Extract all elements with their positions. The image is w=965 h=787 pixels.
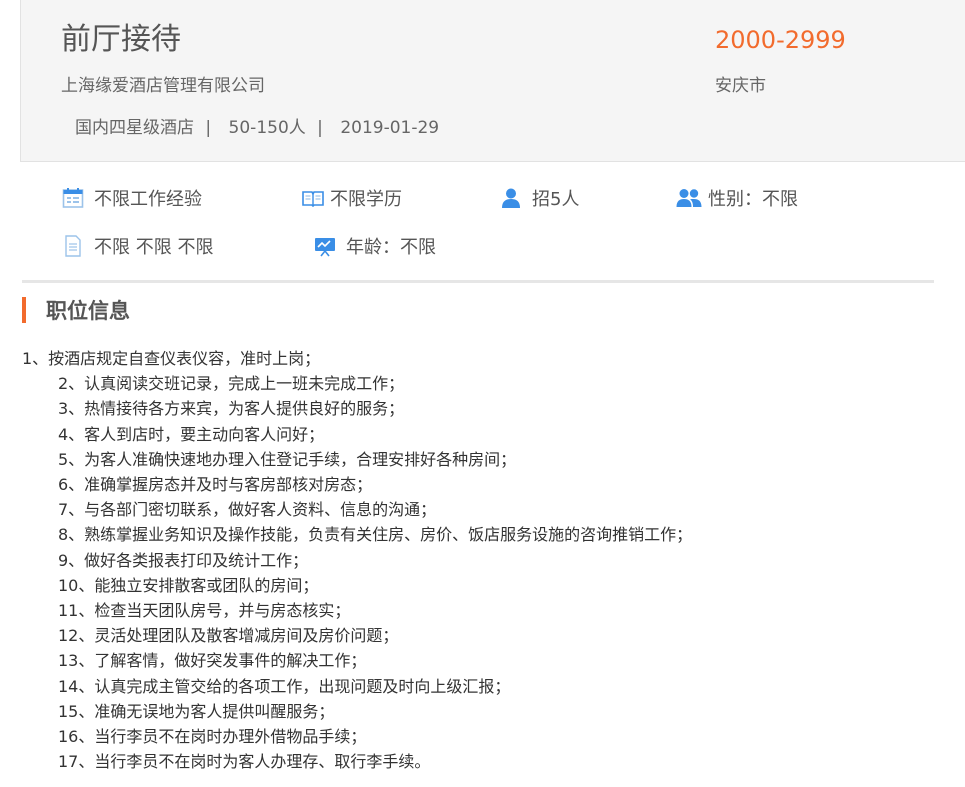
attr-label: 不限学历 [330,189,402,210]
duty-item: 2、认真阅读交班记录，完成上一班未完成工作； [58,374,405,394]
attr-label: 年龄：不限 [346,237,436,258]
duty-item: 6、准确掌握房态并及时与客房部核对房态； [58,475,373,495]
job-attributes: 不限工作经验 不限学历 招5人 性别：不限 不限 不限 不限 年龄：不限 [0,175,965,275]
section-title: 职位信息 [46,299,130,323]
person-icon [502,188,520,208]
company-meta: 国内四星级酒店 | 50-150人 | 2019-01-29 [75,116,439,140]
attr-gender: 性别：不限 [676,184,798,212]
duty-item: 14、认真完成主管交给的各项工作，出现问题及时向上级汇报； [58,676,511,696]
duty-item: 3、热情接待各方来宾，为客人提供良好的服务； [58,399,405,419]
attr-label: 不限工作经验 [94,189,202,210]
duty-item: 8、熟练掌握业务知识及操作技能，负责有关住房、房价、饭店服务设施的咨询推销工作； [58,525,693,545]
duty-item: 12、灵活处理团队及散客增减房间及房价问题； [58,626,399,646]
company-name[interactable]: 上海缘爱酒店管理有限公司 [61,74,265,98]
calendar-icon [62,188,84,208]
job-duties: 1、按酒店规定自查仪表仪容，准时上岗； 2、认真阅读交班记录，完成上一班未完成工… [22,346,692,774]
city: 安庆市 [715,76,766,96]
presentation-icon [315,238,335,257]
attr-label: 不限 不限 不限 [94,237,214,258]
book-icon [302,191,324,208]
company-type: 国内四星级酒店 [75,118,194,138]
duty-item: 15、准确无误地为客人提供叫醒服务； [58,701,335,721]
document-icon [65,235,81,257]
post-date: 2019-01-29 [340,118,440,138]
attr-experience: 不限工作经验 [62,184,202,212]
duty-item: 1、按酒店规定自查仪表仪容，准时上岗； [22,349,321,368]
company-size: 50-150人 [228,118,306,138]
duty-item: 13、了解客情，做好突发事件的解决工作； [58,651,367,671]
attr-misc: 不限 不限 不限 [62,232,213,260]
attr-headcount: 招5人 [500,184,579,212]
section-header: 职位信息 [22,294,130,326]
section-divider [22,280,934,283]
meta-separator: | [317,118,323,138]
job-title: 前厅接待 [61,22,181,57]
duty-item: 17、当行李员不在岗时为客人办理存、取行李手续。 [58,752,431,772]
job-header: 前厅接待 上海缘爱酒店管理有限公司 国内四星级酒店 | 50-150人 | 20… [20,0,965,162]
duty-item: 7、与各部门密切联系，做好客人资料、信息的沟通； [58,500,437,520]
section-accent-bar [22,297,26,323]
duty-item: 10、能独立安排散客或团队的房间； [58,575,319,595]
duty-item: 5、为客人准确快速地办理入住登记手续，合理安排好各种房间； [58,449,517,469]
attr-label: 性别：不限 [708,189,798,210]
attr-education: 不限学历 [302,184,402,212]
salary: 2000-2999 [715,26,846,54]
meta-separator: | [205,118,212,138]
people-icon [676,189,702,207]
attr-label: 招5人 [532,189,580,210]
attr-age: 年龄：不限 [314,232,436,260]
duty-item: 16、当行李员不在岗时办理外借物品手续； [58,727,367,747]
duty-item: 9、做好各类报表打印及统计工作； [58,550,309,570]
duty-item: 4、客人到店时，要主动向客人问好； [58,424,325,444]
duty-item: 11、检查当天团队房号，并与房态核实； [58,601,351,621]
